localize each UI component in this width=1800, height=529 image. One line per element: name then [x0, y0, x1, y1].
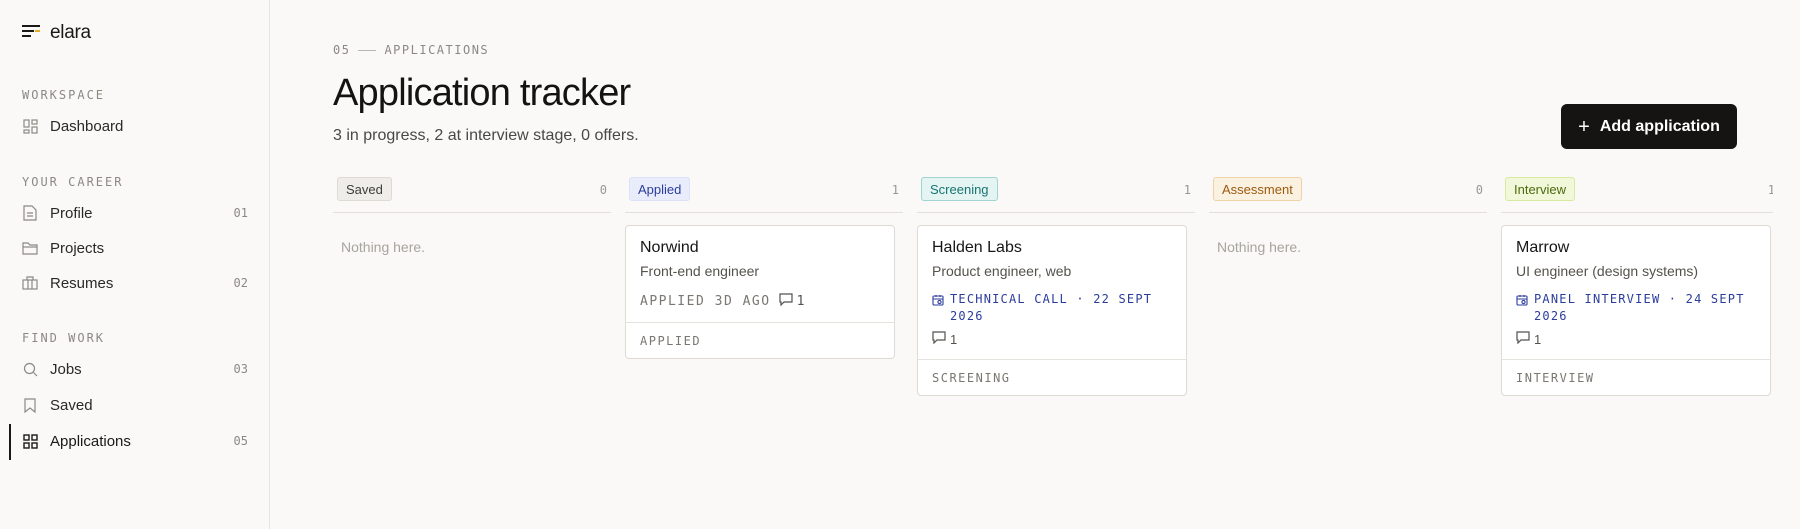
kanban-board: Saved 0 Nothing here. Applied 1 Norwind … [333, 175, 1773, 529]
bookmark-icon [22, 397, 38, 413]
card-company: Halden Labs [932, 239, 1022, 256]
comment-icon [932, 331, 946, 347]
application-card-marrow[interactable]: Marrow UI engineer (design systems) PANE… [1501, 225, 1771, 396]
status-badge: Assessment [1213, 177, 1302, 201]
card-company: Marrow [1516, 239, 1570, 256]
column-count: 1 [1183, 183, 1191, 197]
grid-icon [22, 433, 38, 449]
section-label-your-career: YOUR CAREER [22, 175, 124, 189]
page-title: Application tracker [333, 72, 631, 114]
sidebar-item-resumes[interactable]: Resumes 02 [22, 269, 248, 297]
section-label-workspace: WORKSPACE [22, 88, 106, 102]
card-stage: INTERVIEW [1502, 359, 1770, 395]
brand[interactable]: elara [22, 22, 91, 44]
column-header: Assessment 0 [1209, 175, 1487, 213]
card-comments[interactable]: 1 [1516, 331, 1756, 347]
breadcrumb-divider [358, 49, 377, 51]
folder-icon [22, 240, 38, 256]
sidebar-item-label: Dashboard [50, 117, 124, 135]
sidebar-item-dashboard[interactable]: Dashboard [22, 112, 248, 140]
card-event-line1: PANEL INTERVIEW · 24 SEPT [1534, 292, 1745, 306]
breadcrumb-number: 05 [333, 43, 351, 57]
sidebar-item-label: Applications [50, 432, 131, 450]
status-badge: Interview [1505, 177, 1576, 201]
empty-state: Nothing here. [341, 239, 426, 255]
add-application-button[interactable]: + Add application [1561, 104, 1737, 149]
search-icon [22, 361, 38, 377]
section-label-find-work: FIND WORK [22, 331, 106, 345]
empty-state: Nothing here. [1217, 239, 1302, 255]
sidebar-item-count: 01 [233, 206, 248, 220]
column-header: Applied 1 [625, 175, 903, 213]
document-icon [22, 205, 38, 221]
sidebar-item-jobs[interactable]: Jobs 03 [22, 355, 248, 383]
card-event-line2: 2026 [1534, 309, 1568, 323]
page-subtitle: 3 in progress, 2 at interview stage, 0 o… [333, 127, 639, 144]
sidebar-item-label: Profile [50, 204, 93, 222]
column-count: 1 [1767, 183, 1773, 197]
sidebar-item-label: Jobs [50, 360, 82, 378]
comment-count: 1 [1534, 331, 1542, 347]
sidebar-item-count: 02 [233, 276, 248, 290]
column-applied: Applied 1 Norwind Front-end engineer APP… [625, 175, 903, 359]
status-badge: Saved [337, 177, 392, 201]
card-event: PANEL INTERVIEW · 24 SEPT 2026 [1516, 291, 1756, 325]
card-comments[interactable]: 1 [932, 331, 1172, 347]
application-card-norwind[interactable]: Norwind Front-end engineer APPLIED 3D AG… [625, 225, 895, 359]
plus-icon: + [1578, 115, 1590, 138]
column-header: Screening 1 [917, 175, 1195, 213]
column-screening: Screening 1 Halden Labs Product engineer… [917, 175, 1195, 396]
sidebar-item-projects[interactable]: Projects [22, 234, 248, 262]
sidebar-item-label: Projects [50, 239, 105, 257]
column-assessment: Assessment 0 Nothing here. [1209, 175, 1487, 255]
comment-count: 1 [950, 331, 958, 347]
comment-icon [1516, 331, 1530, 347]
card-company: Norwind [640, 239, 699, 256]
application-card-halden-labs[interactable]: Halden Labs Product engineer, web TECHNI… [917, 225, 1187, 396]
sidebar-item-label: Resumes [50, 274, 114, 292]
sidebar: elara WORKSPACE Dashboard YOUR CAREER Pr… [0, 0, 270, 529]
sidebar-item-label: Saved [50, 396, 93, 414]
card-stage: APPLIED [626, 322, 894, 358]
column-interview: Interview 1 Marrow UI engineer (design s… [1501, 175, 1773, 396]
card-role: Product engineer, web [932, 263, 1072, 279]
column-count: 0 [1475, 183, 1483, 197]
card-comments[interactable]: 1 [778, 293, 805, 310]
column-header: Interview 1 [1501, 175, 1773, 213]
card-event: TECHNICAL CALL · 22 SEPT 2026 [932, 291, 1172, 325]
sidebar-item-profile[interactable]: Profile 01 [22, 199, 248, 227]
comment-icon [778, 293, 793, 310]
card-stage: SCREENING [918, 359, 1186, 395]
calendar-clock-icon [1516, 294, 1528, 325]
card-role: Front-end engineer [640, 263, 760, 279]
card-applied-time: APPLIED 3D AGO [640, 294, 771, 309]
card-event-line2: 2026 [950, 309, 984, 323]
column-saved: Saved 0 Nothing here. [333, 175, 611, 255]
card-role: UI engineer (design systems) [1516, 263, 1699, 279]
add-application-label: Add application [1599, 117, 1720, 135]
breadcrumb-label: APPLICATIONS [384, 43, 490, 57]
sidebar-item-count: 03 [233, 362, 248, 376]
breadcrumb: 05 APPLICATIONS [333, 43, 489, 57]
comment-count: 1 [796, 294, 805, 309]
sidebar-item-count: 05 [233, 434, 248, 448]
menu-icon[interactable] [22, 24, 40, 43]
active-indicator [9, 424, 11, 460]
status-badge: Applied [629, 177, 691, 201]
calendar-clock-icon [932, 294, 944, 325]
card-event-line1: TECHNICAL CALL · 22 SEPT [950, 292, 1153, 306]
column-count: 0 [599, 183, 607, 197]
column-count: 1 [891, 183, 899, 197]
sidebar-item-saved[interactable]: Saved [22, 391, 248, 419]
briefcase-icon [22, 275, 38, 291]
column-header: Saved 0 [333, 175, 611, 213]
status-badge: Screening [921, 177, 998, 201]
sidebar-item-applications[interactable]: Applications 05 [22, 427, 248, 455]
card-meta: APPLIED 3D AGO 1 [640, 293, 880, 310]
brand-name: elara [50, 22, 91, 43]
dashboard-icon [22, 118, 38, 134]
